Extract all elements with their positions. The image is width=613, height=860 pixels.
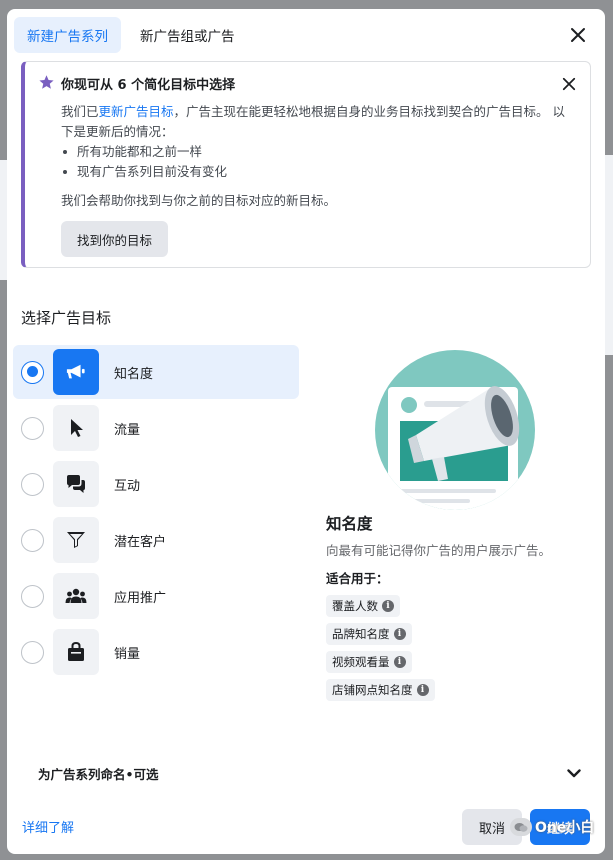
objective-list: 知名度 流量 互动 潜在客户 应用推广 销量 (13, 345, 299, 681)
tag-label: 视频观看量 (332, 655, 390, 669)
objective-detail-panel: 知名度 向最有可能记得你广告的用户展示广告。 适合用于： 覆盖人数 i 品牌知名度… (326, 512, 596, 707)
campaign-name-expander[interactable]: 为广告系列命名•可选 (21, 755, 591, 791)
tag-label: 店铺网点知名度 (332, 683, 413, 697)
radio-button[interactable] (21, 640, 44, 664)
objective-label: 销量 (114, 646, 141, 662)
radio-button[interactable] (21, 360, 44, 384)
background-page-left (0, 160, 7, 280)
wechat-icon (510, 818, 532, 836)
objective-sales[interactable]: 销量 (13, 625, 299, 679)
objective-label: 互动 (114, 478, 141, 494)
suitable-for-tags: 覆盖人数 i 品牌知名度 i 视频观看量 i 店铺网点知名度 i (326, 595, 596, 707)
objective-awareness[interactable]: 知名度 (13, 345, 299, 399)
radio-button[interactable] (21, 584, 44, 608)
objective-label: 应用推广 (114, 590, 167, 606)
notice-bullets: 所有功能都和之前一样 现有广告系列目前没有变化 (61, 142, 574, 182)
notice-help-text: 我们会帮助你找到与你之前的目标对应的新目标。 (61, 193, 337, 208)
objective-label: 知名度 (114, 366, 154, 382)
campaign-name-label: 为广告系列命名•可选 (38, 766, 159, 782)
dialog-tabs: 新建广告系列 新广告组或广告 (14, 17, 248, 53)
objective-label: 潜在客户 (114, 534, 167, 550)
info-icon[interactable]: i (393, 628, 406, 640)
radio-button[interactable] (21, 528, 44, 552)
learn-more-link[interactable]: 详细了解 (22, 817, 74, 836)
objective-leads[interactable]: 潜在客户 (13, 513, 299, 567)
close-icon (571, 28, 585, 42)
update-objectives-link[interactable]: 更新广告目标 (99, 104, 174, 119)
tag-label: 品牌知名度 (332, 627, 390, 641)
find-objective-button[interactable]: 找到你的目标 (61, 221, 169, 257)
objective-detail-title: 知名度 (326, 515, 373, 533)
watermark-text: One小白 (535, 820, 595, 836)
megaphone-icon (53, 349, 99, 395)
tag-brand-awareness[interactable]: 品牌知名度 i (326, 623, 412, 645)
tab-new-adset-or-ad[interactable]: 新广告组或广告 (127, 17, 248, 53)
chevron-down-icon (567, 768, 581, 777)
objective-engagement[interactable]: 互动 (13, 457, 299, 511)
notice-bullet: 现有广告系列目前没有变化 (61, 162, 574, 182)
awareness-megaphone-illustration (375, 350, 535, 510)
tag-reach[interactable]: 覆盖人数 i (326, 595, 400, 617)
objective-update-notice: 你现可从 6 个简化目标中选择 我们已更新广告目标，广告主现在能更轻松地根据自身… (21, 61, 591, 268)
objective-traffic[interactable]: 流量 (13, 401, 299, 455)
watermark: One小白 (510, 817, 594, 837)
notice-title: 你现可从 6 个简化目标中选择 (61, 78, 236, 93)
create-campaign-dialog: 新建广告系列 新广告组或广告 你现可从 6 个简化目标中选择 我们已更新广告目标… (7, 9, 605, 854)
info-icon[interactable]: i (393, 656, 406, 668)
info-icon[interactable]: i (382, 600, 394, 612)
background-page-right (605, 155, 613, 355)
dialog-close-button[interactable] (566, 23, 590, 47)
objective-app-promotion[interactable]: 应用推广 (13, 569, 299, 623)
notice-close-button[interactable] (557, 72, 581, 96)
notice-bullet: 所有功能都和之前一样 (61, 142, 574, 162)
chat-bubbles-icon (53, 461, 99, 507)
objective-label: 流量 (114, 422, 141, 438)
star-icon (39, 75, 54, 89)
radio-button[interactable] (21, 472, 44, 496)
cursor-icon (53, 405, 99, 451)
notice-text-prefix: 我们已 (61, 104, 99, 119)
objective-detail-description: 向最有可能记得你广告的用户展示广告。 (326, 543, 552, 558)
info-icon[interactable]: i (416, 684, 429, 696)
suitable-for-label: 适合用于： (326, 571, 389, 586)
funnel-icon (53, 517, 99, 563)
shopping-bag-icon (53, 629, 99, 675)
notice-body: 我们已更新广告目标，广告主现在能更轻松地根据自身的业务目标找到契合的广告目标。 … (61, 102, 574, 211)
tab-new-campaign[interactable]: 新建广告系列 (14, 17, 121, 53)
tag-store-awareness[interactable]: 店铺网点知名度 i (326, 679, 435, 701)
tag-video-views[interactable]: 视频观看量 i (326, 651, 412, 673)
objective-section-title: 选择广告目标 (21, 309, 112, 327)
tag-label: 覆盖人数 (332, 599, 378, 613)
close-icon (562, 77, 576, 91)
radio-button[interactable] (21, 416, 44, 440)
people-icon (53, 573, 99, 619)
